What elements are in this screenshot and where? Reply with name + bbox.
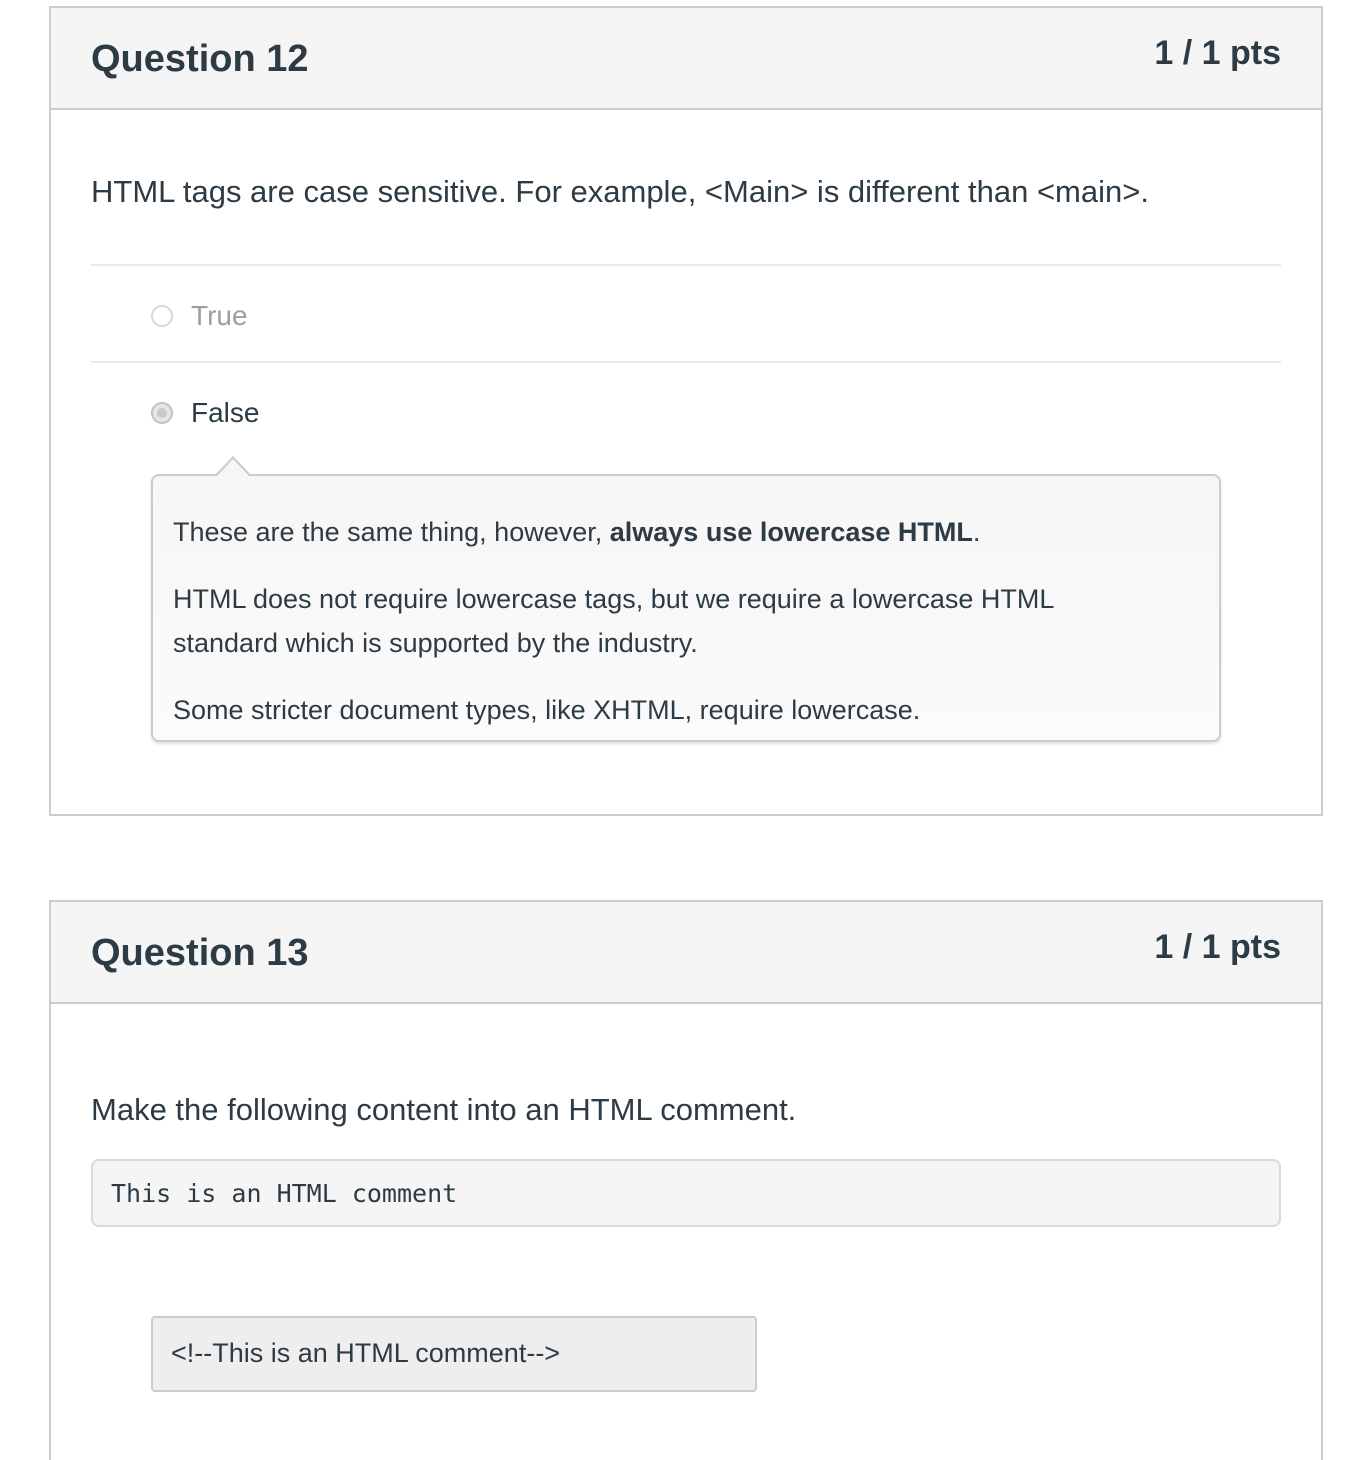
answer-input[interactable]: <!--This is an HTML comment--> <box>151 1316 757 1392</box>
comment-pointer-fill <box>217 459 249 476</box>
code-block: This is an HTML comment <box>91 1159 1281 1227</box>
radio-unselected-icon[interactable] <box>151 305 173 327</box>
question-points: 1 / 1 pts <box>1154 34 1281 72</box>
comment-text: . <box>972 517 981 547</box>
answer-option-false[interactable]: False <box>151 393 259 433</box>
question-13-card: Question 13 1 / 1 pts Make the following… <box>49 900 1323 1460</box>
comment-text: HTML does not require lowercase tags, bu… <box>173 584 1055 614</box>
answer-divider <box>91 264 1281 266</box>
comment-text: standard which is supported by the indus… <box>173 628 698 658</box>
question-header: Question 12 1 / 1 pts <box>51 8 1321 110</box>
comment-paragraph: HTML does not require lowercase tags, bu… <box>173 577 1199 665</box>
answer-label: False <box>191 397 260 428</box>
question-text: HTML tags are case sensitive. For exampl… <box>91 174 1149 209</box>
question-header: Question 13 1 / 1 pts <box>51 902 1321 1004</box>
question-12-card: Question 12 1 / 1 pts HTML tags are case… <box>49 6 1323 816</box>
answer-label: True <box>191 300 248 331</box>
comment-emphasis: always use lowercase HTML <box>609 517 973 547</box>
answer-comment: These are the same thing, however, alway… <box>151 474 1221 742</box>
comment-paragraph: Some stricter document types, like XHTML… <box>173 695 921 725</box>
question-title: Question 13 <box>91 932 309 974</box>
answer-divider <box>91 361 1281 363</box>
comment-paragraph: These are the same thing, however, alway… <box>173 510 1199 554</box>
question-text: Make the following content into an HTML … <box>91 1092 797 1127</box>
question-points: 1 / 1 pts <box>1154 928 1281 966</box>
radio-selected-icon[interactable] <box>151 402 173 424</box>
question-title: Question 12 <box>91 38 309 80</box>
comment-text: These are the same thing, however, <box>173 517 610 547</box>
answer-option-true[interactable]: True <box>151 296 248 336</box>
code-text: This is an HTML comment <box>111 1179 458 1208</box>
answer-input-value: <!--This is an HTML comment--> <box>171 1338 561 1368</box>
